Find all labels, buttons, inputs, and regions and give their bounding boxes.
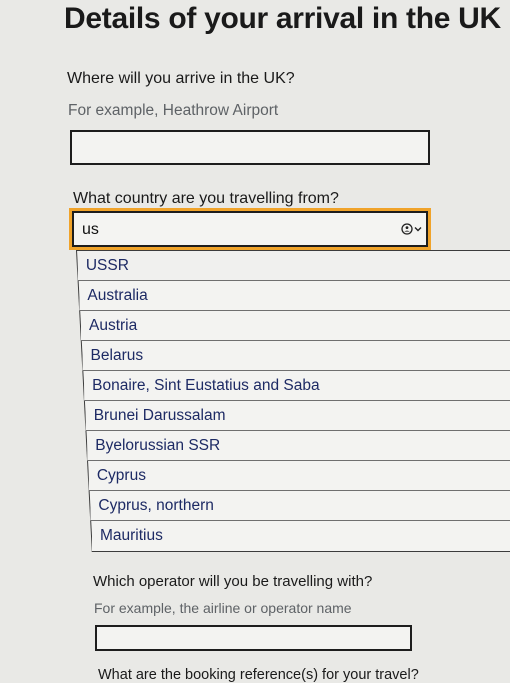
country-option[interactable]: Australia	[79, 281, 510, 311]
chevron-down-icon[interactable]	[414, 225, 422, 233]
country-option[interactable]: Cyprus	[88, 461, 510, 491]
country-option[interactable]: Byelorussian SSR	[87, 431, 510, 461]
country-option[interactable]: Belarus	[82, 341, 510, 371]
country-option[interactable]: Austria	[80, 311, 510, 341]
booking-label: What are the booking reference(s) for yo…	[98, 667, 419, 683]
country-option[interactable]: Brunei Darussalam	[85, 401, 510, 431]
operator-input[interactable]	[95, 625, 412, 651]
country-options-list: USSR Australia Austria Belarus Bonaire, …	[76, 250, 510, 552]
operator-hint: For example, the airline or operator nam…	[94, 600, 352, 616]
country-label: What country are you travelling from?	[73, 190, 339, 207]
arrival-input[interactable]	[70, 130, 430, 165]
country-input-value[interactable]: us	[82, 221, 99, 239]
clear-circle-icon[interactable]	[401, 223, 413, 235]
page-title: Details of your arrival in the UK	[64, 2, 501, 36]
country-combobox[interactable]: us	[72, 211, 428, 247]
operator-label: Which operator will you be travelling wi…	[93, 573, 373, 590]
country-option[interactable]: Mauritius	[91, 521, 510, 551]
country-option[interactable]: Bonaire, Sint Eustatius and Saba	[84, 371, 510, 401]
country-option[interactable]: Cyprus, northern	[90, 491, 510, 521]
arrival-label: Where will you arrive in the UK?	[67, 70, 295, 87]
arrival-hint: For example, Heathrow Airport	[68, 102, 279, 119]
country-option[interactable]: USSR	[77, 251, 510, 281]
